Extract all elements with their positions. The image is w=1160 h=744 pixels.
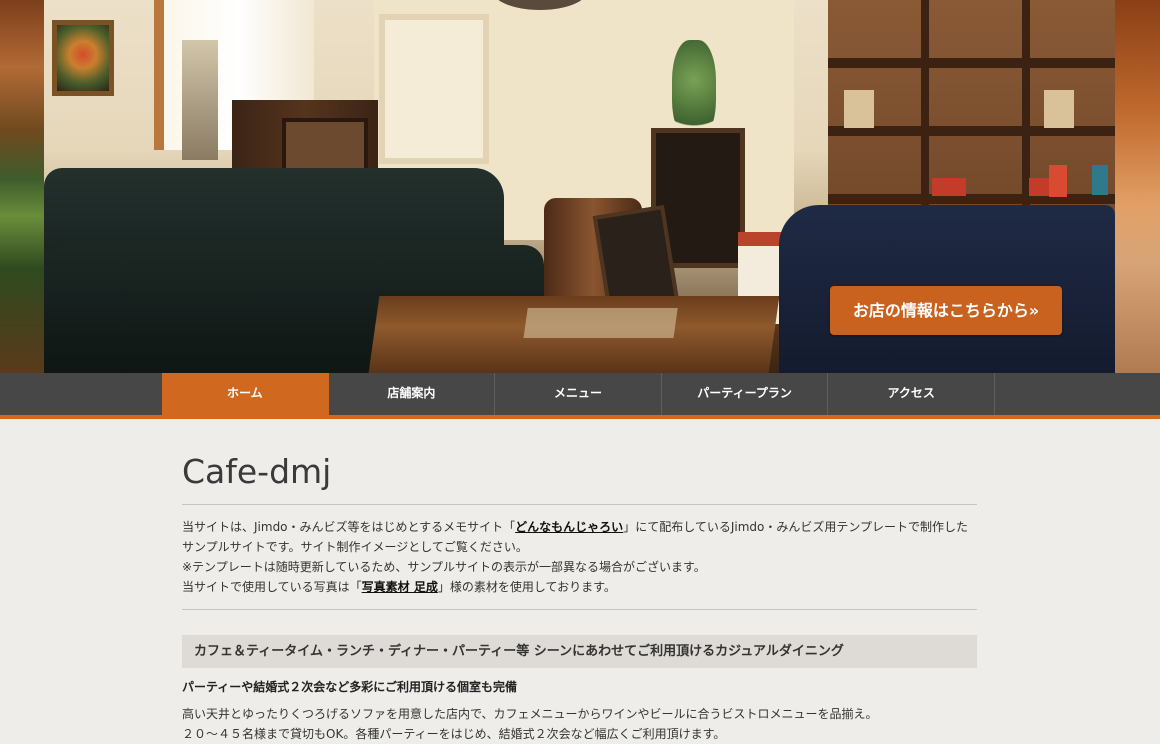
nav-item-access[interactable]: アクセス bbox=[828, 373, 995, 415]
link-donnamonjaroi[interactable]: どんなもんじゃろい bbox=[515, 520, 623, 534]
main-nav: ホーム 店舗案内 メニュー パーティープラン アクセス bbox=[0, 373, 1160, 419]
photo-shelf-item bbox=[1049, 165, 1067, 197]
shop-info-button[interactable]: お店の情報はこちらから» bbox=[830, 286, 1062, 335]
divider bbox=[182, 609, 977, 610]
nav-item-store-info[interactable]: 店舗案内 bbox=[329, 373, 496, 415]
hero-banner: お店の情報はこちらから» bbox=[0, 0, 1160, 373]
intro-text: 当サイトは、Jimdo・みんビズ等をはじめとするメモサイト「どんなもんじゃろい」… bbox=[182, 505, 977, 609]
hero-side-image-right bbox=[1115, 0, 1160, 373]
link-ashinari[interactable]: 写真素材 足成 bbox=[362, 580, 438, 594]
photo-painting bbox=[52, 20, 114, 96]
body-text: 高い天井とゆったりくつろげるソファを用意した店内で、カフェメニューからワインやビ… bbox=[182, 704, 977, 744]
intro-paragraph-3: 当サイトで使用している写真は「写真素材 足成」様の素材を使用しております。 bbox=[182, 577, 977, 597]
page-title: Cafe-dmj bbox=[182, 452, 332, 491]
photo-shelf-item bbox=[1092, 165, 1108, 195]
photo-shelf-item bbox=[844, 90, 874, 128]
main-content: Cafe-dmj 当サイトは、Jimdo・みんビズ等をはじめとするメモサイト「ど… bbox=[182, 420, 977, 744]
intro-text-segment: 」様の素材を使用しております。 bbox=[437, 580, 616, 594]
photo-wall-niche bbox=[379, 14, 489, 164]
body-line-2: ２０～４５名様まで貸切もOK。各種パーティーをはじめ、結婚式２次会など幅広くご利… bbox=[182, 727, 726, 741]
intro-paragraph-2: ※テンプレートは随時更新しているため、サンプルサイトの表示が一部異なる場合がござ… bbox=[182, 560, 706, 574]
nav-items: ホーム 店舗案内 メニュー パーティープラン アクセス bbox=[162, 373, 995, 415]
intro-text-segment: 当サイトで使用している写真は「 bbox=[182, 580, 362, 594]
hero-side-image-left bbox=[0, 0, 44, 373]
photo-coffee-table bbox=[368, 296, 780, 373]
nav-item-party-plan[interactable]: パーティープラン bbox=[662, 373, 829, 415]
intro-text-segment: 当サイトは、Jimdo・みんビズ等をはじめとするメモサイト「 bbox=[182, 520, 516, 534]
body-line-1: 高い天井とゆったりくつろげるソファを用意した店内で、カフェメニューからワインやビ… bbox=[182, 707, 878, 721]
nav-item-menu[interactable]: メニュー bbox=[495, 373, 662, 415]
photo-plant bbox=[672, 40, 716, 140]
nav-item-home[interactable]: ホーム bbox=[162, 373, 329, 415]
photo-shelf-item bbox=[932, 178, 966, 196]
intro-paragraph-1: 当サイトは、Jimdo・みんビズ等をはじめとするメモサイト「どんなもんじゃろい」… bbox=[182, 517, 977, 557]
sub-heading: パーティーや結婚式２次会など多彩にご利用頂ける個室も完備 bbox=[182, 680, 518, 694]
photo-shelf-item bbox=[1044, 90, 1074, 128]
photo-magazine-rack bbox=[182, 40, 218, 160]
section-heading: カフェ＆ティータイム・ランチ・ディナー・パーティー等 シーンにあわせてご利用頂け… bbox=[182, 635, 977, 668]
